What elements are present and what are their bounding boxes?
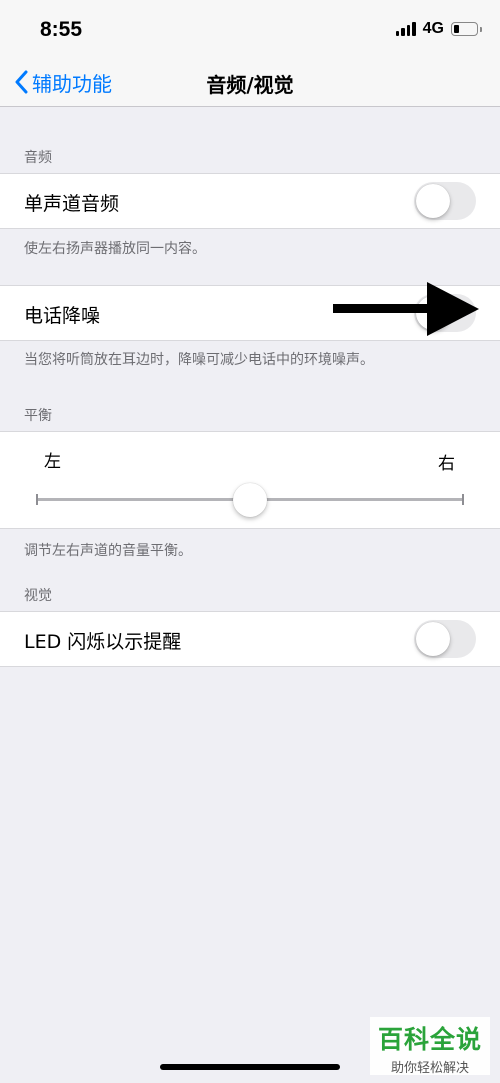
navigation-bar: 辅助功能 音频/视觉 bbox=[0, 58, 500, 107]
watermark-logo: 百科全说 助你轻松解决 bbox=[370, 1017, 490, 1076]
balance-right-label: 右 bbox=[438, 454, 455, 474]
status-bar: 8:55 4G bbox=[0, 0, 500, 58]
status-indicators: 4G bbox=[395, 20, 482, 38]
mono-audio-toggle[interactable] bbox=[414, 182, 476, 220]
balance-slider-thumb[interactable] bbox=[233, 483, 267, 517]
watermark-title: 百科全说 bbox=[377, 1025, 482, 1054]
balance-left-label: 左 bbox=[44, 452, 61, 472]
status-time: 8:55 bbox=[40, 18, 83, 41]
led-flash-row: LED 闪烁以示提醒 bbox=[0, 611, 500, 667]
led-flash-label: LED 闪烁以示提醒 bbox=[24, 631, 182, 653]
mono-audio-footer: 使左右扬声器播放同一内容。 bbox=[24, 241, 206, 257]
home-indicator[interactable] bbox=[160, 1064, 340, 1070]
mono-audio-label: 单声道音频 bbox=[24, 193, 120, 215]
network-type: 4G bbox=[422, 20, 444, 37]
phone-noise-cancellation-label: 电话降噪 bbox=[24, 305, 101, 327]
arrow-annotation-icon bbox=[333, 282, 479, 340]
noise-cancellation-footer: 当您将听筒放在耳边时，降噪可减少电话中的环境噪声。 bbox=[24, 352, 374, 368]
balance-footer: 调节左右声道的音量平衡。 bbox=[24, 543, 192, 559]
watermark-subtitle: 助你轻松解决 bbox=[390, 1061, 469, 1076]
cellular-signal-icon bbox=[395, 22, 416, 36]
battery-icon bbox=[451, 22, 482, 36]
section-header-audio: 音频 bbox=[24, 150, 52, 166]
page-title: 音频/视觉 bbox=[206, 73, 294, 97]
section-header-visual: 视觉 bbox=[24, 588, 52, 604]
balance-row: 左 右 bbox=[0, 431, 500, 529]
section-header-balance: 平衡 bbox=[24, 408, 52, 424]
led-flash-toggle[interactable] bbox=[414, 620, 476, 658]
mono-audio-row: 单声道音频 bbox=[0, 173, 500, 229]
